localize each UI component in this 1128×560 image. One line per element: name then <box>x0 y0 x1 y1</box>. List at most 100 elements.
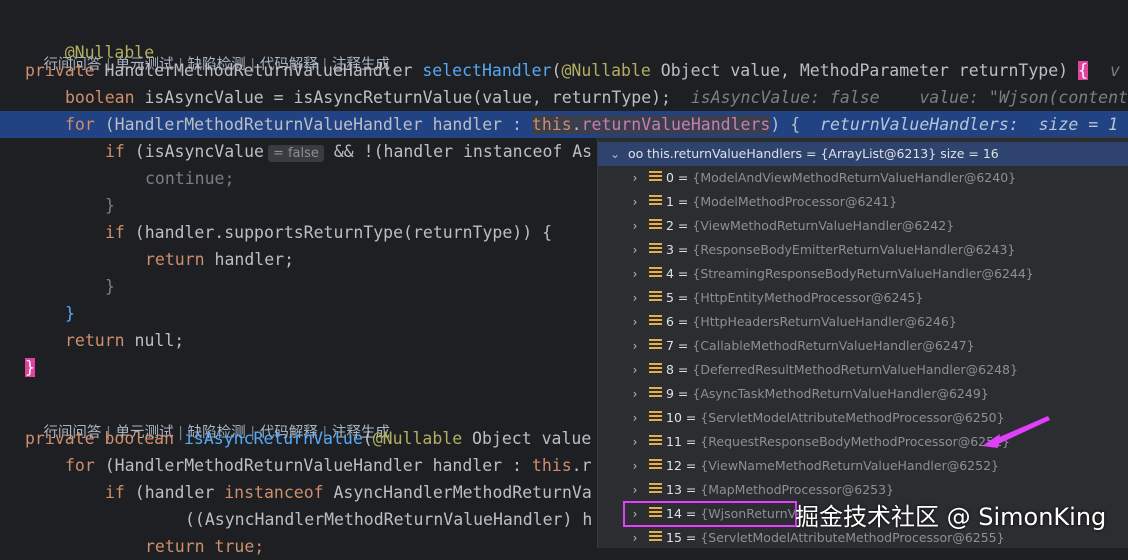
chevron-right-icon[interactable]: › <box>629 406 641 430</box>
code-line-close[interactable]: } <box>105 273 115 300</box>
field-list-icon <box>649 267 662 280</box>
debug-inline-value: isAsyncValue: false value: "Wjson(conten… <box>690 88 1128 107</box>
debugger-entry-row[interactable]: › 5 = {HttpEntityMethodProcessor@6245} <box>598 286 1128 310</box>
chevron-right-icon[interactable]: › <box>629 358 641 382</box>
entry-text: 0 = {ModelAndViewMethodReturnValueHandle… <box>666 166 1016 190</box>
brace-close-marker: } <box>25 358 35 377</box>
chevron-right-icon[interactable]: › <box>629 478 641 502</box>
call-args: (value, returnType); <box>472 88 671 107</box>
chevron-right-icon[interactable]: › <box>629 334 641 358</box>
code-line-method2-signature[interactable]: private boolean isAsyncReturnValue(@Null… <box>25 425 591 452</box>
entry-value: {ViewMethodReturnValueHandler@6242} <box>692 218 955 233</box>
code-line-annotation[interactable]: @Nullable <box>25 12 154 62</box>
if-cond-a: (handler <box>124 483 225 502</box>
entry-value: {RequestResponseBodyMethodProcessor@6251… <box>700 434 1010 449</box>
debugger-entry-row[interactable]: › 4 = {StreamingResponseBodyReturnValueHa… <box>598 262 1128 286</box>
code-line-if-supports[interactable]: if (handler.supportsReturnType(returnTyp… <box>105 219 552 246</box>
field-list-icon <box>649 171 662 184</box>
chevron-right-icon[interactable]: › <box>629 214 641 238</box>
code-line-close[interactable]: } <box>105 192 115 219</box>
paren-open: ( <box>551 61 562 80</box>
chevron-right-icon[interactable]: › <box>629 454 641 478</box>
chevron-right-icon[interactable]: › <box>629 526 641 548</box>
code-line-return-null[interactable]: return null; <box>65 327 184 354</box>
entry-index: 8 <box>666 362 674 377</box>
debugger-entry-row[interactable]: › 12 = {ViewNameMethodReturnValueHandler@… <box>598 454 1128 478</box>
entry-equals: = <box>681 410 701 425</box>
chevron-right-icon[interactable]: › <box>629 310 641 334</box>
popup-header-text: this.returnValueHandlers = {ArrayList@62… <box>647 146 999 161</box>
param-annotation: @Nullable <box>561 61 651 80</box>
code-line-close[interactable]: } <box>65 300 75 327</box>
entry-equals: = <box>673 290 693 305</box>
method-name: selectHandler <box>422 61 552 80</box>
code-line-method-close[interactable]: } <box>25 354 35 381</box>
entry-text: 2 = {ViewMethodReturnValueHandler@6242} <box>666 214 954 238</box>
code-line-if-async[interactable]: if (isAsyncValue = false && !(handler ins… <box>105 138 592 165</box>
for-end: ) { <box>770 115 801 134</box>
code-line-continue[interactable]: continue; <box>145 165 234 192</box>
code-line-for[interactable]: for (HandlerMethodReturnValueHandler han… <box>65 452 592 479</box>
keyword-for: for <box>65 115 95 134</box>
return-expr: null; <box>124 331 185 350</box>
field-list-icon <box>649 291 662 304</box>
keyword-boolean: boolean <box>65 88 135 107</box>
debugger-entry-row[interactable]: › 8 = {DeferredResultMethodReturnValueHan… <box>598 358 1128 382</box>
field-list-icon <box>649 195 662 208</box>
entry-value: {MapMethodProcessor@6253} <box>700 482 895 497</box>
continue-stmt: continue; <box>145 169 235 188</box>
code-line-method-signature[interactable]: private HandlerMethodReturnValueHandler … <box>25 57 1120 84</box>
code-line-return-handler[interactable]: return handler; <box>145 246 294 273</box>
chevron-right-icon[interactable]: › <box>629 166 641 190</box>
entry-index: 5 <box>666 290 674 305</box>
entry-text: 11 = {RequestResponseBodyMethodProcessor… <box>666 430 1010 454</box>
field-returnValueHandlers[interactable]: returnValueHandlers <box>581 115 771 134</box>
return-type: HandlerMethodReturnValueHandler <box>104 61 413 80</box>
debugger-value-popup[interactable]: ⌄ oo this.returnValueHandlers = {ArrayLi… <box>597 137 1128 548</box>
debugger-entry-row[interactable]: › 9 = {AsyncTaskMethodReturnValueHandler@… <box>598 382 1128 406</box>
keyword-if: if <box>105 142 125 161</box>
chevron-right-icon[interactable]: › <box>629 430 641 454</box>
chevron-right-icon[interactable]: › <box>629 262 641 286</box>
paren-open: ( <box>362 429 373 448</box>
if-cond: (handler.supportsReturnType(returnType))… <box>124 223 553 242</box>
entry-equals: = <box>673 218 693 233</box>
debugger-entry-row[interactable]: › 1 = {ModelMethodProcessor@6241} <box>598 190 1128 214</box>
entry-index: 9 <box>666 386 674 401</box>
popup-header-row[interactable]: ⌄ oo this.returnValueHandlers = {ArrayLi… <box>598 142 1128 166</box>
field-list-icon <box>649 339 662 352</box>
entry-index: 13 <box>666 482 682 497</box>
entry-index: 15 <box>666 530 682 545</box>
code-line-isasync[interactable]: boolean isAsyncValue = isAsyncReturnValu… <box>65 84 1128 111</box>
debugger-entry-row[interactable]: › 6 = {HttpHeadersReturnValueHandler@6246… <box>598 310 1128 334</box>
entry-index: 10 <box>666 410 682 425</box>
debugger-entry-row[interactable]: › 3 = {ResponseBodyEmitterReturnValueHand… <box>598 238 1128 262</box>
dot: . <box>571 115 582 134</box>
entry-value: {HttpHeadersReturnValueHandler@6246} <box>692 314 957 329</box>
entry-equals: = <box>673 170 693 185</box>
debugger-entry-row[interactable]: › 0 = {ModelAndViewMethodReturnValueHandl… <box>598 166 1128 190</box>
debugger-entry-row[interactable]: › 7 = {CallableMethodReturnValueHandler@6… <box>598 334 1128 358</box>
code-line-if-instanceof[interactable]: if (handler instanceof AsyncHandlerMetho… <box>105 479 592 506</box>
entry-value: {ModelMethodProcessor@6241} <box>692 194 898 209</box>
entry-equals: = <box>673 338 693 353</box>
inlay-value: = false <box>267 145 324 162</box>
chevron-right-icon[interactable]: › <box>629 190 641 214</box>
debugger-entry-row[interactable]: › 2 = {ViewMethodReturnValueHandler@6242} <box>598 214 1128 238</box>
cast-expr: ((AsyncHandlerMethodReturnValueHandler) … <box>185 510 593 529</box>
chevron-right-icon[interactable]: › <box>629 382 641 406</box>
chevron-right-icon[interactable]: › <box>629 286 641 310</box>
if-cond-b: && !(handler instanceof As <box>323 142 593 161</box>
code-line-for-current[interactable]: for (HandlerMethodReturnValueHandler han… <box>0 111 1128 138</box>
code-line-cast[interactable]: ((AsyncHandlerMethodReturnValueHandler) … <box>185 506 592 533</box>
entry-value: {AsyncTaskMethodReturnValueHandler@6249} <box>692 386 989 401</box>
keyword-return: return <box>65 331 125 350</box>
entry-text: 4 = {StreamingResponseBodyReturnValueHan… <box>666 262 1034 286</box>
entry-value: {ServletModelAttributeMethodProcessor@62… <box>700 530 1005 545</box>
chevron-down-icon[interactable]: ⌄ <box>609 142 621 166</box>
keyword-private: private <box>25 61 95 80</box>
chevron-right-icon[interactable]: › <box>629 238 641 262</box>
for-header: (HandlerMethodReturnValueHandler handler… <box>94 456 532 475</box>
keyword-for: for <box>65 456 95 475</box>
if-cond-b: AsyncHandlerMethodReturnVa <box>323 483 592 502</box>
